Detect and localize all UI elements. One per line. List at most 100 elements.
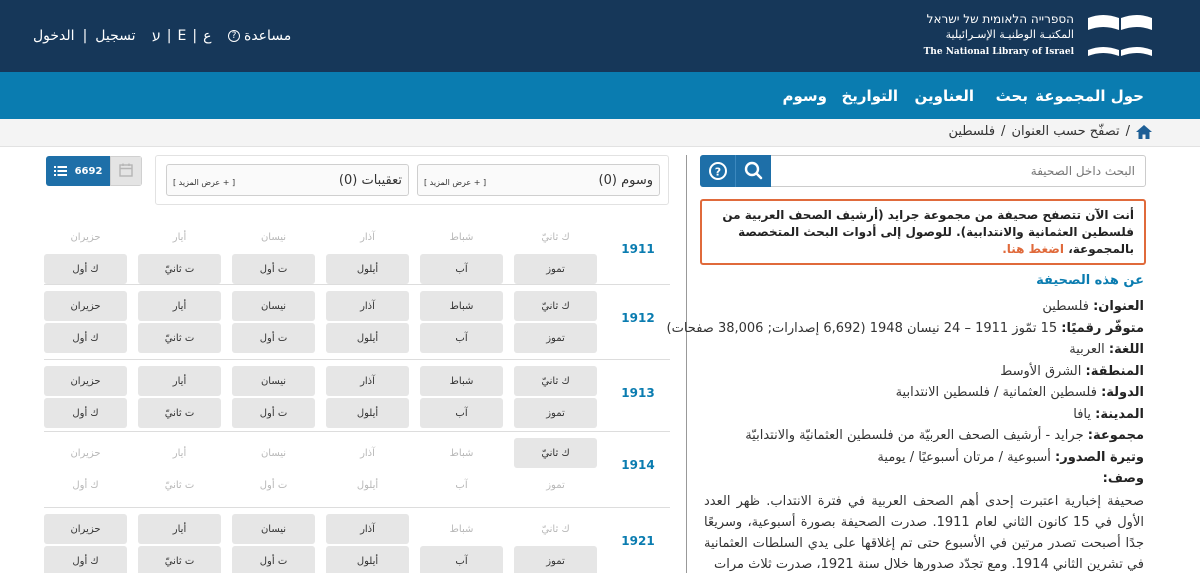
month-button[interactable]: ت أول <box>232 254 315 284</box>
tags-show-more-link[interactable]: [ + عرض المزيد ] <box>424 178 486 187</box>
logo-text-arabic: المكتبـة الوطنيـة الإسـرائيلية <box>945 28 1074 41</box>
month-button[interactable]: ت ثانيّ <box>138 323 221 353</box>
detail-description-label: وصف: <box>704 468 1144 490</box>
login-link[interactable]: الدخول <box>33 28 75 44</box>
nav-item-search[interactable]: بحث <box>996 87 1028 105</box>
issue-count: 6692 <box>74 165 103 177</box>
month-button[interactable]: آب <box>420 546 503 573</box>
question-circle-icon: ? <box>709 162 727 180</box>
home-icon[interactable] <box>1136 124 1152 139</box>
month-disabled: حزيران <box>70 447 101 459</box>
month-button[interactable]: آب <box>420 323 503 353</box>
breadcrumb-browse-by-title[interactable]: تصفّح حسب العنوان <box>1011 124 1119 139</box>
month-button[interactable]: ت ثانيّ <box>138 254 221 284</box>
month-button[interactable]: أيلول <box>326 398 409 428</box>
month-button[interactable]: نيسان <box>232 291 315 321</box>
month-button[interactable]: نيسان <box>232 514 315 544</box>
breadcrumb-bar: / تصفّح حسب العنوان / فلسطين <box>0 119 1200 147</box>
calendar-view-button[interactable] <box>110 156 142 186</box>
detail-region: المنطقة: الشرق الأوسط <box>704 361 1144 383</box>
month-disabled: ت أول <box>259 479 288 491</box>
month-button[interactable]: ك أول <box>44 323 127 353</box>
month-button[interactable]: ك ثانيّ <box>514 438 597 468</box>
nav-item-dates[interactable]: التواريخ <box>841 87 898 105</box>
open-book-icon <box>1088 15 1152 56</box>
library-logo[interactable]: הספרייה הלאומית של ישראל المكتبـة الوطني… <box>924 12 1154 62</box>
month-button[interactable]: حزيران <box>44 291 127 321</box>
month-button[interactable]: أيلول <box>326 323 409 353</box>
nav-item-tags[interactable]: وسوم <box>783 87 827 105</box>
search-help-button[interactable]: ? <box>700 155 736 187</box>
nav-item-about-collection[interactable]: حول المجموعة <box>1035 87 1144 105</box>
month-button[interactable]: أيار <box>138 514 221 544</box>
month-button[interactable]: شباط <box>420 291 503 321</box>
month-button[interactable]: نيسان <box>232 366 315 396</box>
month-button[interactable]: أيار <box>138 291 221 321</box>
year-label[interactable]: 1913 <box>621 386 655 400</box>
year-label[interactable]: 1914 <box>621 458 655 472</box>
month-button[interactable]: أيلول <box>326 546 409 573</box>
nav-item-titles[interactable]: العناوين <box>915 87 974 105</box>
month-disabled: شباط <box>449 447 474 459</box>
notice-click-here-link[interactable]: اضغط هنا. <box>1002 242 1064 256</box>
lang-english-link[interactable]: E <box>177 28 186 44</box>
month-button[interactable]: أيلول <box>326 254 409 284</box>
month-button[interactable]: ك أول <box>44 546 127 573</box>
month-button[interactable]: تموز <box>514 398 597 428</box>
month-disabled: أيار <box>172 447 187 459</box>
month-disabled: تموز <box>546 479 565 491</box>
search-icon <box>744 161 763 180</box>
month-button[interactable]: شباط <box>420 366 503 396</box>
tags-filter: وسوم (0) [ + عرض المزيد ] <box>417 164 660 196</box>
top-header: הספרייה הלאומית של ישראל المكتبـة الوطني… <box>0 0 1200 72</box>
lang-hebrew-link[interactable]: ע <box>152 28 161 44</box>
month-button[interactable]: تموز <box>514 323 597 353</box>
month-button[interactable]: آذار <box>326 514 409 544</box>
collection-notice: أنت الآن تتصفح صحيفة من مجموعة جرايد (أر… <box>700 199 1146 265</box>
year-label[interactable]: 1921 <box>621 534 655 548</box>
month-button[interactable]: آب <box>420 254 503 284</box>
list-view-button[interactable]: 6692 <box>46 156 110 186</box>
detail-frequency: وتيرة الصدور: أسبوعية / مرتان أسبوعيًا /… <box>704 447 1144 469</box>
month-button[interactable]: ت أول <box>232 546 315 573</box>
month-button[interactable]: ك أول <box>44 254 127 284</box>
month-button[interactable]: آذار <box>326 291 409 321</box>
year-separator <box>44 431 670 432</box>
month-button[interactable]: ك أول <box>44 398 127 428</box>
month-button[interactable]: ت أول <box>232 323 315 353</box>
month-button[interactable]: تموز <box>514 546 597 573</box>
detail-label: المنطقة: <box>1085 363 1144 379</box>
month-button[interactable]: ت أول <box>232 398 315 428</box>
logo-text-hebrew: הספרייה הלאומית של ישראל <box>926 12 1074 26</box>
year-label[interactable]: 1912 <box>621 311 655 325</box>
lang-arabic-link[interactable]: ع <box>203 28 211 44</box>
about-newspaper-title: عن هذه الصحيفة <box>1036 273 1144 288</box>
month-disabled: ك أول <box>72 479 99 491</box>
detail-label: وتيرة الصدور: <box>1055 449 1144 465</box>
month-button[interactable]: حزيران <box>44 366 127 396</box>
detail-city: المدينة: يافا <box>704 404 1144 426</box>
month-button[interactable]: حزيران <box>44 514 127 544</box>
month-button[interactable]: آذار <box>326 366 409 396</box>
detail-value: يافا <box>1073 406 1092 422</box>
comments-show-more-link[interactable]: [ + عرض المزيد ] <box>173 178 235 187</box>
detail-label: مجموعة: <box>1087 428 1144 443</box>
breadcrumb-current-title: فلسطين <box>948 124 996 139</box>
month-button[interactable]: ت ثانيّ <box>138 398 221 428</box>
search-button[interactable] <box>735 155 771 187</box>
search-input[interactable] <box>773 156 1145 186</box>
detail-label: الدولة: <box>1101 385 1144 400</box>
month-disabled: آب <box>455 479 468 491</box>
auth-links: تسجيل | الدخول <box>33 28 136 44</box>
language-switcher: ע | E | ع <box>152 28 211 44</box>
month-button[interactable]: تموز <box>514 254 597 284</box>
month-button[interactable]: ك ثانيّ <box>514 366 597 396</box>
register-link[interactable]: تسجيل <box>95 28 135 44</box>
month-button[interactable]: ت ثانيّ <box>138 546 221 573</box>
month-button[interactable]: ك ثانيّ <box>514 291 597 321</box>
help-link[interactable]: مساعدة ? <box>228 28 291 44</box>
month-disabled: أيلول <box>356 479 379 491</box>
year-label[interactable]: 1911 <box>621 242 655 256</box>
month-button[interactable]: آب <box>420 398 503 428</box>
month-button[interactable]: أيار <box>138 366 221 396</box>
